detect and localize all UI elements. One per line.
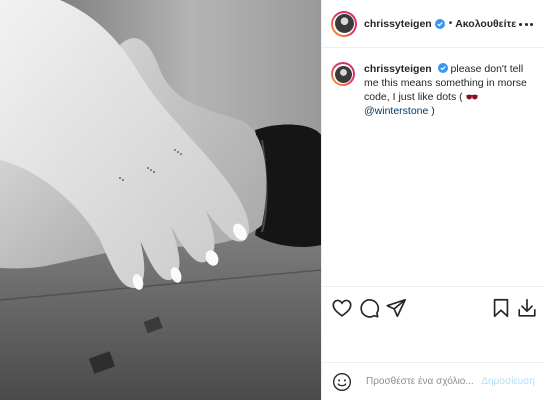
sunglasses-emoji-icon <box>466 94 478 100</box>
caption-avatar[interactable] <box>331 62 355 86</box>
caption-avatar-ring-inner <box>333 64 353 84</box>
emoji-picker-icon[interactable] <box>332 372 352 392</box>
post-actions <box>322 286 544 326</box>
caption-avatar-image <box>334 65 352 83</box>
caption-username[interactable]: chrissyteigen <box>364 63 432 75</box>
publish-comment-button[interactable]: Δημοσίευση <box>481 376 535 387</box>
avatar-ring-inner <box>333 12 355 35</box>
caption-text: chrissyteigen please don't tell me this … <box>364 62 533 118</box>
heart-icon[interactable] <box>331 297 353 319</box>
comment-input[interactable] <box>366 376 476 387</box>
avatar-image <box>334 14 354 33</box>
add-comment-bar: Δημοσίευση <box>322 362 544 400</box>
hands-photo <box>0 0 321 400</box>
caption-closing: ) <box>428 105 435 117</box>
author-username[interactable]: chrissyteigen <box>364 18 432 30</box>
post-sidebar: chrissyteigen • Ακολουθείτε chrissyteige… <box>321 0 544 400</box>
post-photo[interactable] <box>0 0 321 400</box>
share-icon[interactable] <box>385 297 407 319</box>
download-icon[interactable] <box>516 297 538 319</box>
comment-icon[interactable] <box>358 297 380 319</box>
more-options-icon[interactable] <box>519 17 533 31</box>
bookmark-icon[interactable] <box>490 297 512 319</box>
caption-mention-link[interactable]: @winterstone <box>364 105 428 117</box>
instagram-post: chrissyteigen • Ακολουθείτε chrissyteige… <box>0 0 544 400</box>
header-separator: • <box>448 18 453 29</box>
post-header: chrissyteigen • Ακολουθείτε <box>322 0 544 48</box>
caption: chrissyteigen please don't tell me this … <box>331 62 533 118</box>
author-avatar[interactable] <box>331 10 357 37</box>
comments-section: chrissyteigen please don't tell me this … <box>322 49 544 286</box>
follow-button[interactable]: Ακολουθείτε <box>455 18 516 30</box>
caption-verified-badge-icon <box>437 63 448 73</box>
verified-badge-icon <box>434 18 445 29</box>
